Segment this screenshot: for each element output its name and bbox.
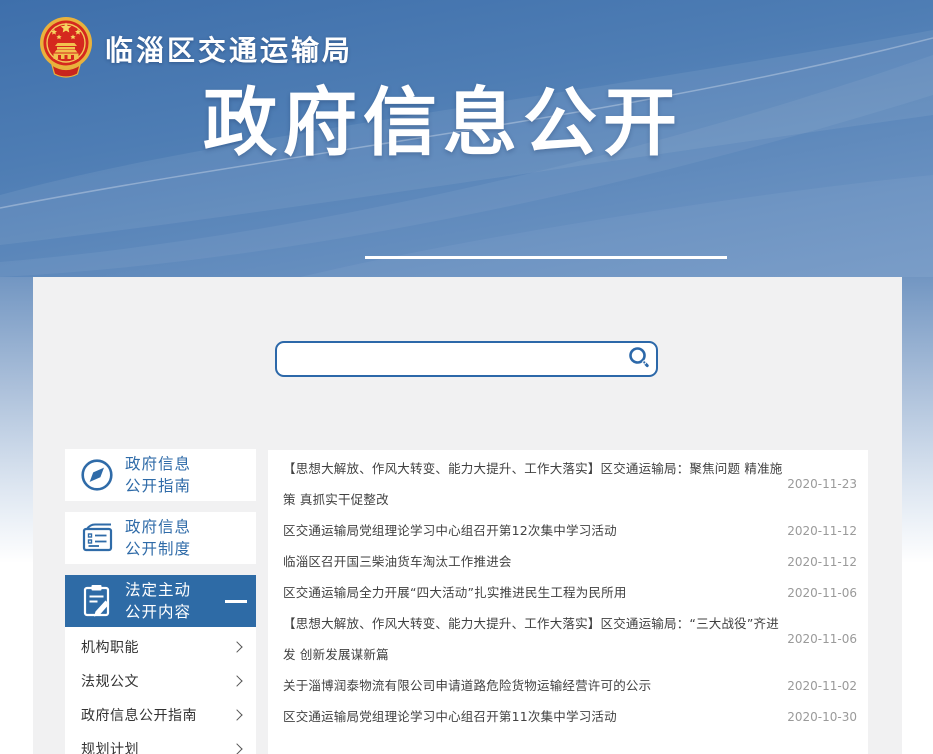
sidebar-item-label: 政府信息 公开指南 [125,453,191,498]
sidebar-item-gov-info-guide[interactable]: 政府信息 公开指南 [65,449,256,501]
sidebar-item-statutory-disclosure[interactable]: 法定主动 公开内容 [65,575,256,627]
news-list-item[interactable]: 区交通运输局全力开展“四大活动”扎实推进民生工程为民所用 2020-11-06 [268,577,868,608]
news-date: 2020-11-23 [787,477,857,491]
news-list-item[interactable]: 【思想大解放、作风大转变、能力大提升、工作大落实】区交通运输局：“三大战役”齐进… [268,608,868,670]
page-banner: 临淄区交通运输局 政府信息公开 [0,0,933,277]
submenu-item-regulations[interactable]: 法规公文 [65,664,256,698]
site-logo-row: 临淄区交通运输局 [38,16,353,82]
news-list-item[interactable]: 【思想大解放、作风大转变、能力大提升、工作大落实】区交通运输局：聚焦问题 精准施… [268,453,868,515]
compass-icon [78,456,116,494]
news-date: 2020-11-06 [787,632,857,646]
sidebar: 政府信息 公开指南 政府信息 公开制度 [65,449,256,754]
chevron-right-icon [231,709,242,720]
sidebar-submenu: 机构职能 法规公文 政府信息公开指南 规划计划 [65,627,256,754]
search-input[interactable] [277,343,622,375]
news-list-item[interactable]: 临淄区召开国三柴油货车淘汰工作推进会 2020-11-12 [268,546,868,577]
page-title: 政府信息公开 [203,84,683,162]
search-icon [627,346,651,373]
news-list: 【思想大解放、作风大转变、能力大提升、工作大落实】区交通运输局：聚焦问题 精准施… [268,450,868,754]
news-list-item[interactable]: 关于淄博润泰物流有限公司申请道路危险货物运输经营许可的公示 2020-11-02 [268,670,868,701]
chevron-right-icon [231,641,242,652]
site-name: 临淄区交通运输局 [105,29,353,69]
search-button[interactable] [622,343,656,375]
clipboard-pen-icon [78,582,116,620]
sidebar-item-label: 政府信息 公开制度 [125,516,191,561]
chevron-right-icon [231,743,242,754]
submenu-item-org-functions[interactable]: 机构职能 [65,630,256,664]
news-date: 2020-11-12 [787,555,857,569]
national-emblem-icon [38,16,94,82]
news-title-link[interactable]: 区交通运输局党组理论学习中心组召开第11次集中学习活动 [283,701,787,732]
news-title-link[interactable]: 区交通运输局党组理论学习中心组召开第12次集中学习活动 [283,515,787,546]
sidebar-item-label: 法定主动 公开内容 [125,579,191,624]
news-date: 2020-10-30 [787,710,857,724]
content-panel: 政府信息 公开指南 政府信息 公开制度 [33,277,902,754]
news-date: 2020-11-06 [787,586,857,600]
submenu-item-gov-info-guide[interactable]: 政府信息公开指南 [65,698,256,732]
submenu-item-planning[interactable]: 规划计划 [65,732,256,754]
news-title-link[interactable]: 【思想大解放、作风大转变、能力大提升、工作大落实】区交通运输局：“三大战役”齐进… [283,608,787,670]
news-list-item[interactable]: 区交通运输局党组理论学习中心组召开第11次集中学习活动 2020-10-30 [268,701,868,732]
chevron-right-icon [231,675,242,686]
sidebar-item-gov-info-system[interactable]: 政府信息 公开制度 [65,512,256,564]
collapse-minus-icon [225,600,247,603]
news-title-link[interactable]: 关于淄博润泰物流有限公司申请道路危险货物运输经营许可的公示 [283,670,787,701]
news-date: 2020-11-12 [787,524,857,538]
news-date: 2020-11-02 [787,679,857,693]
news-list-item[interactable]: 区交通运输局党组理论学习中心组召开第12次集中学习活动 2020-11-12 [268,515,868,546]
search-box [275,341,658,377]
ledger-icon [78,519,116,557]
news-title-link[interactable]: 临淄区召开国三柴油货车淘汰工作推进会 [283,546,787,577]
news-title-link[interactable]: 【思想大解放、作风大转变、能力大提升、工作大落实】区交通运输局：聚焦问题 精准施… [283,453,787,515]
news-title-link[interactable]: 区交通运输局全力开展“四大活动”扎实推进民生工程为民所用 [283,577,787,608]
title-underline [365,256,727,259]
